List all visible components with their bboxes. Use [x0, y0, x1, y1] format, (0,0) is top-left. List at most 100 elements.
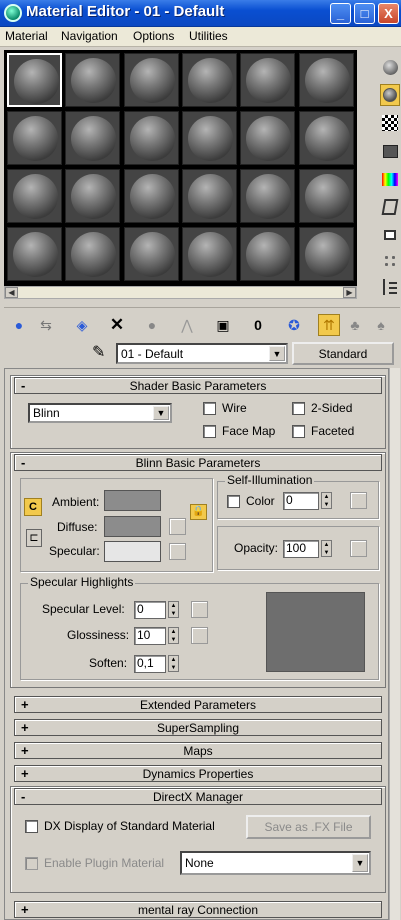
material-type-button[interactable]: Standard — [292, 342, 394, 365]
material-effects-channel-icon[interactable]: ▣ — [212, 314, 234, 336]
glossiness-field[interactable]: 10 — [134, 627, 166, 645]
specular-color-swatch[interactable] — [104, 541, 161, 562]
scroll-left-arrow[interactable]: ◀ — [5, 287, 18, 298]
sample-slot[interactable] — [65, 111, 121, 165]
chevron-down-icon[interactable]: ▼ — [153, 406, 169, 420]
rollout-maps[interactable]: + Maps — [14, 742, 382, 759]
menu-material[interactable]: Material — [5, 29, 48, 43]
sample-slot[interactable] — [65, 169, 121, 223]
sample-slot[interactable] — [240, 53, 296, 107]
make-preview-icon[interactable] — [380, 196, 400, 218]
sample-slot[interactable] — [240, 227, 296, 281]
sample-slot[interactable] — [298, 53, 354, 107]
shader-type-dropdown[interactable]: Blinn ▼ — [28, 403, 172, 423]
sample-slot[interactable] — [7, 53, 62, 107]
pick-material-icon[interactable]: ♠ — [370, 314, 392, 336]
sample-slot[interactable] — [240, 111, 296, 165]
opacity-spinner[interactable]: ▲ ▼ — [321, 540, 332, 557]
maximize-button[interactable]: □ — [354, 3, 375, 24]
rollout-blinn-basic[interactable]: - Blinn Basic Parameters — [14, 454, 382, 471]
glossiness-spinner[interactable]: ▲ ▼ — [168, 627, 179, 644]
enable-plugin-checkbox[interactable] — [25, 857, 38, 870]
close-button[interactable]: X — [378, 3, 399, 24]
sample-slot[interactable] — [123, 169, 179, 223]
sample-slot[interactable] — [181, 53, 237, 107]
material-name-field[interactable]: 01 - Default ▼ — [116, 343, 288, 364]
go-to-parent-icon[interactable]: ⇈ — [318, 314, 340, 336]
menu-navigation[interactable]: Navigation — [61, 29, 118, 43]
specular-map-button[interactable] — [169, 543, 186, 560]
soften-field[interactable]: 0,1 — [134, 655, 166, 673]
assign-material-icon[interactable]: ◈ — [71, 314, 93, 336]
sample-slot[interactable] — [65, 53, 121, 107]
save-fx-file-button[interactable]: Save as .FX File — [246, 815, 371, 839]
sample-slot[interactable] — [7, 227, 62, 281]
rollout-shader-basic[interactable]: - Shader Basic Parameters — [14, 377, 382, 394]
lock-icon[interactable]: 🔒 — [190, 504, 207, 520]
glossiness-map-button[interactable] — [191, 627, 208, 644]
rollout-mental-ray[interactable]: + mental ray Connection — [14, 901, 382, 918]
put-material-to-scene-icon[interactable]: ⇆ — [35, 314, 57, 336]
ambient-color-swatch[interactable] — [104, 490, 161, 511]
menu-options[interactable]: Options — [133, 29, 174, 43]
sample-slot[interactable] — [7, 169, 62, 223]
show-map-in-viewport-icon[interactable]: 0 — [247, 314, 269, 336]
self-illum-map-button[interactable] — [350, 492, 367, 509]
faceted-checkbox[interactable] — [292, 425, 305, 438]
self-illum-value-field[interactable]: 0 — [283, 492, 319, 510]
get-material-icon[interactable]: ● — [8, 314, 30, 336]
face-map-checkbox[interactable] — [203, 425, 216, 438]
go-forward-sibling-icon[interactable]: ♣ — [344, 314, 366, 336]
pick-from-object-icon[interactable]: ✎ — [92, 342, 105, 362]
rollout-extended-parameters[interactable]: + Extended Parameters — [14, 696, 382, 713]
sample-slot[interactable] — [298, 169, 354, 223]
options-icon[interactable] — [380, 224, 400, 246]
sample-slot[interactable] — [298, 227, 354, 281]
sample-slot[interactable] — [181, 169, 237, 223]
opacity-field[interactable]: 100 — [283, 540, 319, 558]
sample-slot[interactable] — [240, 169, 296, 223]
diffuse-map-button[interactable] — [169, 518, 186, 535]
self-illum-color-checkbox[interactable] — [227, 495, 240, 508]
sample-uv-tiling-icon[interactable] — [380, 140, 400, 162]
self-illum-spinner[interactable]: ▲ ▼ — [321, 492, 332, 509]
opacity-map-button[interactable] — [350, 540, 367, 557]
select-by-material-icon[interactable] — [380, 250, 400, 272]
rollout-directx-manager[interactable]: - DirectX Manager — [14, 788, 382, 805]
make-unique-icon[interactable]: ● — [141, 314, 163, 336]
put-to-library-icon[interactable]: ⋀ — [176, 314, 198, 336]
reset-map-icon[interactable]: ✕ — [106, 314, 128, 336]
sample-slot[interactable] — [65, 227, 121, 281]
sample-slot[interactable] — [181, 111, 237, 165]
scroll-right-arrow[interactable]: ▶ — [343, 287, 356, 298]
lock-diffuse-specular-icon[interactable]: ⊏ — [26, 529, 42, 547]
panel-vertical-scrollbar[interactable] — [389, 368, 400, 920]
video-color-check-icon[interactable] — [380, 168, 400, 190]
wire-checkbox[interactable] — [203, 402, 216, 415]
menu-utilities[interactable]: Utilities — [189, 29, 228, 43]
sample-slot[interactable] — [123, 227, 179, 281]
rollout-dynamics-properties[interactable]: + Dynamics Properties — [14, 765, 382, 782]
show-end-result-icon[interactable]: ✪ — [283, 314, 305, 336]
chevron-down-icon[interactable]: ▼ — [269, 346, 285, 361]
rollout-supersampling[interactable]: + SuperSampling — [14, 719, 382, 736]
plugin-material-dropdown[interactable]: None ▼ — [180, 851, 371, 875]
sample-horizontal-scrollbar[interactable]: ◀ ▶ — [4, 286, 357, 299]
material-map-navigator-icon[interactable] — [380, 276, 400, 298]
sample-slot[interactable] — [123, 53, 179, 107]
lock-ambient-diffuse-icon[interactable]: C — [24, 498, 42, 516]
backlight-icon[interactable] — [380, 84, 400, 106]
specular-level-field[interactable]: 0 — [134, 601, 166, 619]
sample-slot[interactable] — [7, 111, 62, 165]
dx-display-checkbox[interactable] — [25, 820, 38, 833]
specular-level-map-button[interactable] — [191, 601, 208, 618]
specular-level-spinner[interactable]: ▲ ▼ — [168, 601, 179, 618]
sample-slot[interactable] — [123, 111, 179, 165]
two-sided-checkbox[interactable] — [292, 402, 305, 415]
sample-type-icon[interactable] — [380, 56, 400, 78]
sample-slot[interactable] — [181, 227, 237, 281]
background-checker-icon[interactable] — [380, 112, 400, 134]
minimize-button[interactable]: _ — [330, 3, 351, 24]
diffuse-color-swatch[interactable] — [104, 516, 161, 537]
chevron-down-icon[interactable]: ▼ — [352, 854, 368, 872]
